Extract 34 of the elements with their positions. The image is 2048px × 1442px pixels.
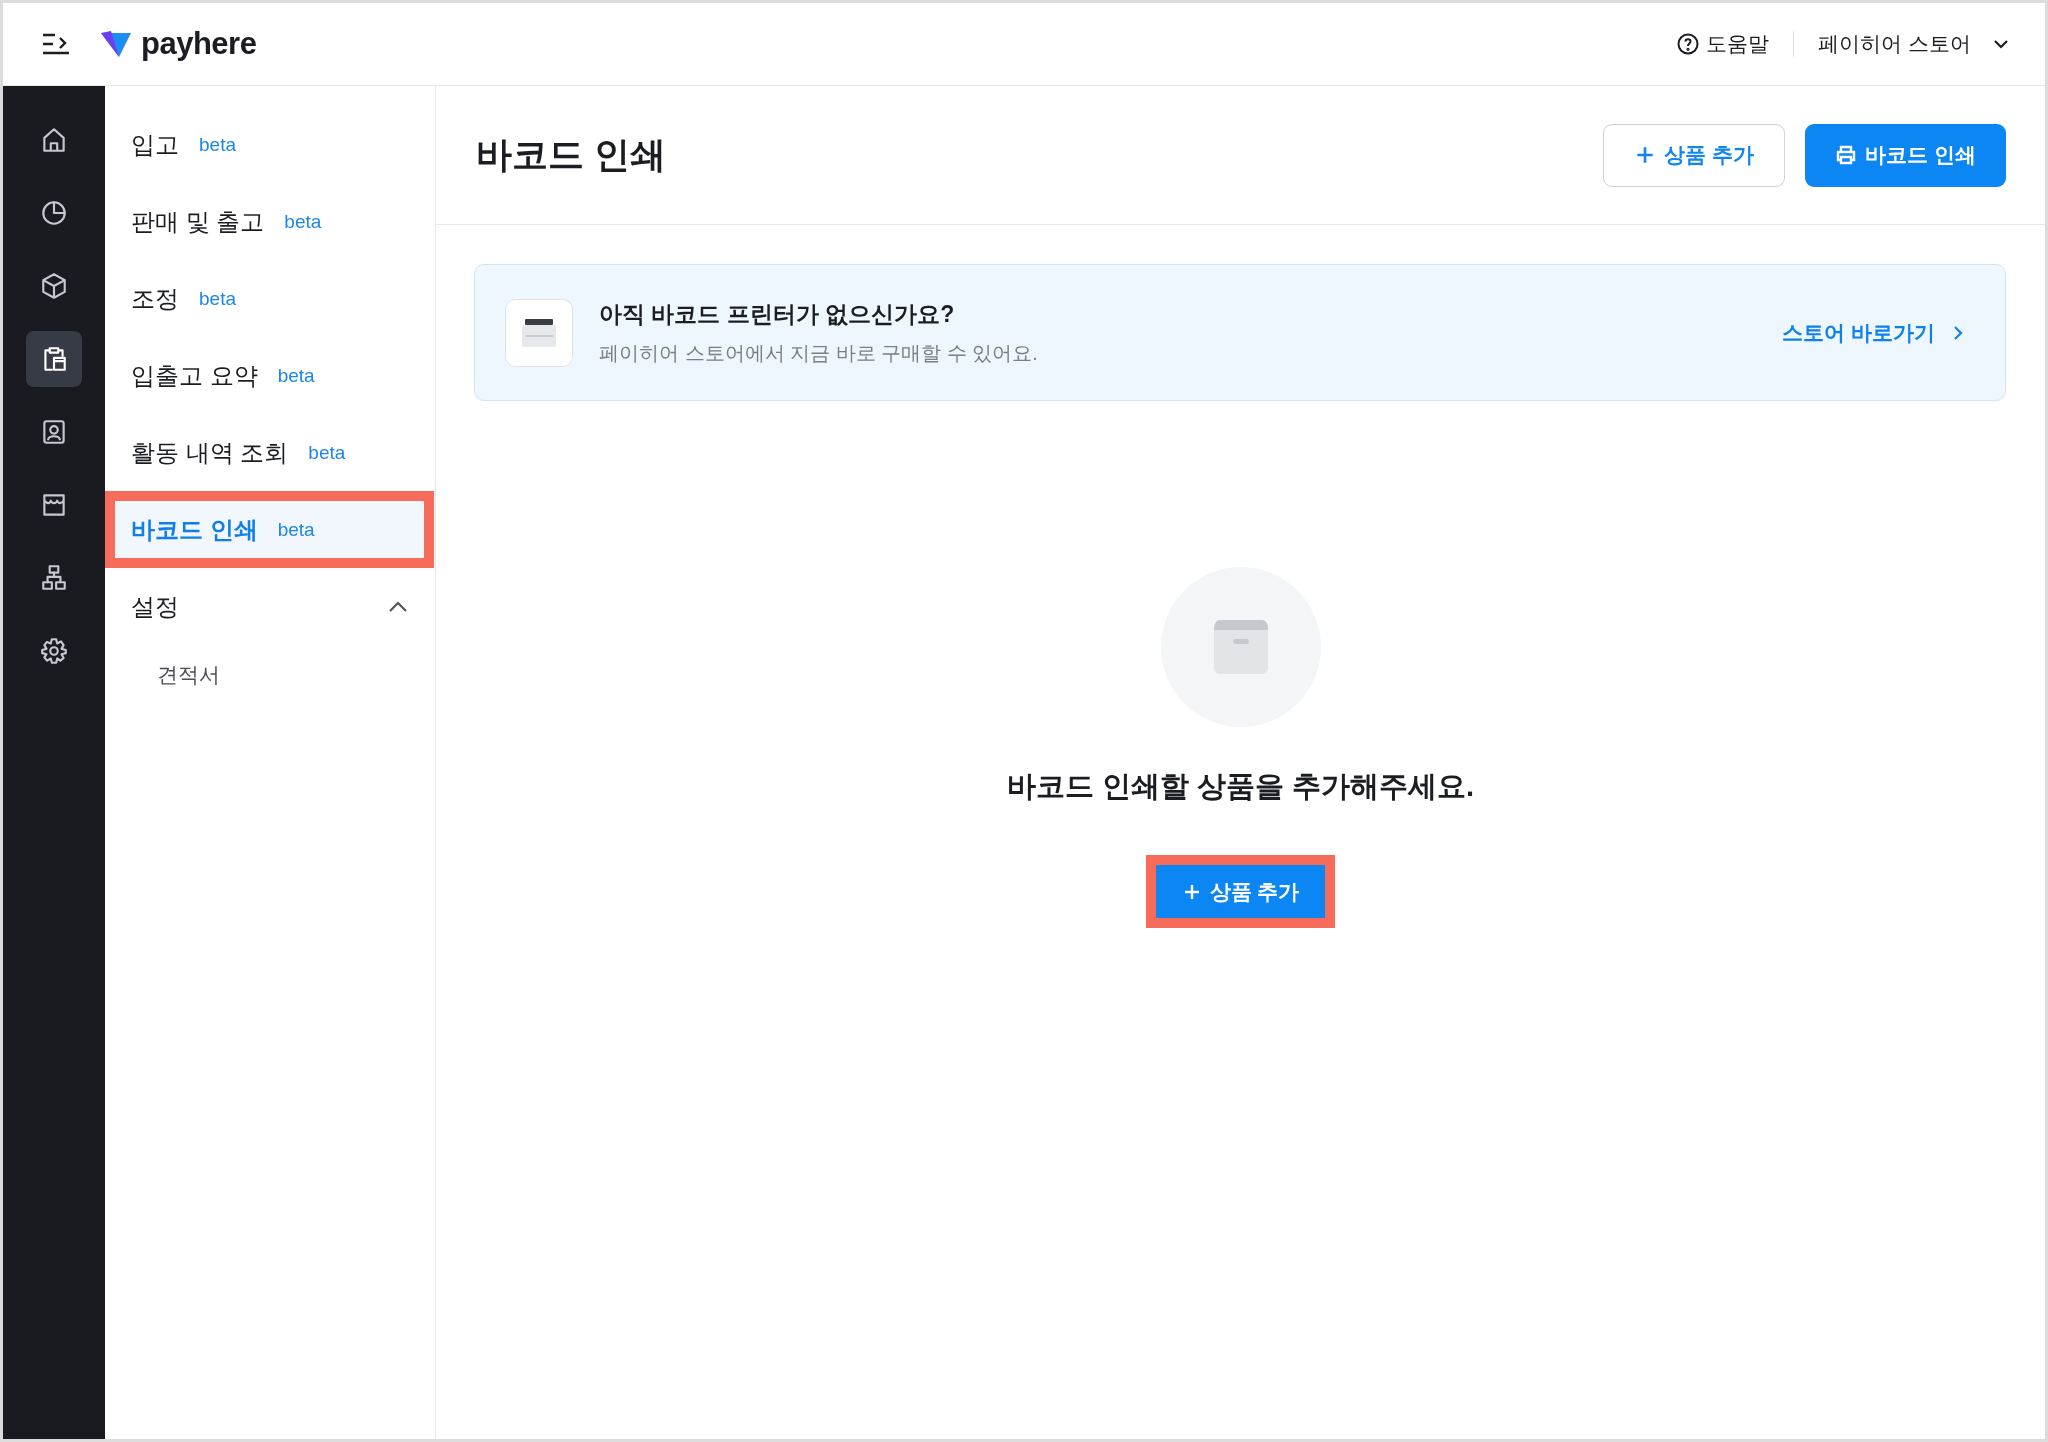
nav-group[interactable]: 설정 bbox=[105, 568, 435, 645]
empty-box-icon bbox=[1160, 567, 1321, 727]
beta-label: beta bbox=[277, 364, 315, 387]
add-product-button[interactable]: 상품 추가 bbox=[1155, 865, 1326, 918]
banner-title: 아직 바코드 프린터가 없으신가요? bbox=[599, 299, 956, 329]
nav-subitem[interactable]: 견적서 bbox=[105, 645, 226, 705]
label-printer-icon bbox=[505, 298, 573, 367]
menu-icon[interactable] bbox=[41, 31, 71, 57]
logo-icon bbox=[99, 29, 133, 59]
nav-item[interactable]: 조정 beta bbox=[105, 260, 435, 337]
nav-item[interactable]: 입출고 요약 beta bbox=[105, 337, 435, 414]
help-link[interactable]: 도움말 bbox=[1670, 29, 1776, 59]
add-product-button[interactable]: 상품 추가 bbox=[1603, 123, 1786, 187]
beta-label: beta bbox=[199, 287, 236, 310]
store-selector[interactable]: 페이히어 스토어 bbox=[1812, 29, 2015, 59]
beta-label: beta bbox=[284, 210, 322, 233]
banner-text: 페이히어 스토어에서 지금 바로 구매할 수 있어요. bbox=[599, 340, 1039, 366]
logo-text: payhere bbox=[141, 26, 257, 62]
help-icon bbox=[1676, 32, 1701, 56]
page-title: 바코드 인쇄 bbox=[476, 132, 666, 177]
beta-label: beta bbox=[308, 441, 346, 464]
nav-item[interactable]: 입고 beta bbox=[105, 106, 435, 183]
nav-item[interactable]: 판매 및 출고 beta bbox=[105, 183, 435, 260]
store-link[interactable]: 스토어 바로가기 bbox=[1776, 317, 1969, 348]
beta-label: beta bbox=[277, 518, 315, 541]
printer-icon bbox=[1835, 144, 1858, 166]
chevron-right-icon bbox=[1953, 324, 1963, 341]
chevron-down-icon bbox=[1993, 39, 2009, 49]
nav-item[interactable]: 바코드 인쇄 beta bbox=[115, 501, 424, 558]
nav-item[interactable]: 활동 내역 조회 beta bbox=[105, 414, 435, 491]
print-barcode-button[interactable]: 바코드 인쇄 bbox=[1805, 123, 2006, 187]
beta-label: beta bbox=[199, 133, 236, 156]
clipboard-icon[interactable] bbox=[26, 331, 82, 387]
empty-message: 바코드 인쇄할 상품을 추가해주세요. bbox=[1006, 769, 1475, 804]
